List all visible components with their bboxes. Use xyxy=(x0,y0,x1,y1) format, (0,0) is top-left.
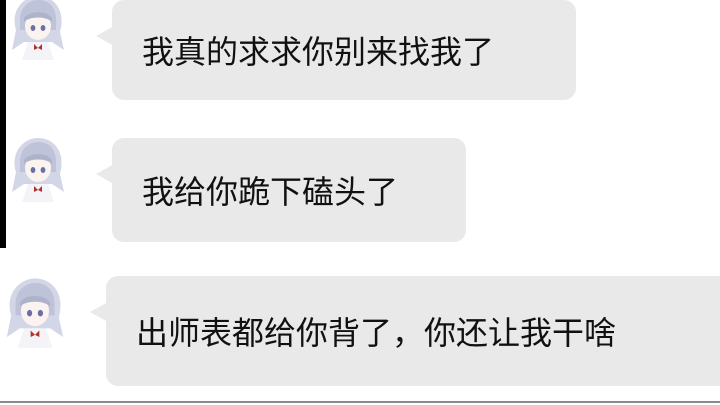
anime-girl-avatar-icon[interactable] xyxy=(0,272,70,350)
chat-message-row: 我真的求求你别来找我了 xyxy=(0,0,720,110)
bottom-divider xyxy=(0,401,720,403)
message-text: 我真的求求你别来找我了 xyxy=(142,33,495,71)
chat-message-row: 我给你跪下磕头了 xyxy=(0,130,720,246)
message-bubble[interactable]: 我给你跪下磕头了 xyxy=(96,138,466,242)
message-bubble[interactable]: 出师表都给你背了，你还让我干啥 xyxy=(90,276,720,386)
anime-girl-avatar-icon[interactable] xyxy=(6,0,70,62)
anime-girl-avatar-icon[interactable] xyxy=(6,132,70,204)
message-text: 出师表都给你背了，你还让我干啥 xyxy=(136,314,617,352)
chat-message-row: 出师表都给你背了，你还让我干啥 xyxy=(0,268,720,394)
chat-window: 我真的求求你别来找我了 我给你跪下磕头了 出师表都给你背了，你还让我干啥 xyxy=(0,0,720,405)
message-bubble[interactable]: 我真的求求你别来找我了 xyxy=(96,0,576,100)
message-text: 我给你跪下磕头了 xyxy=(142,173,399,211)
